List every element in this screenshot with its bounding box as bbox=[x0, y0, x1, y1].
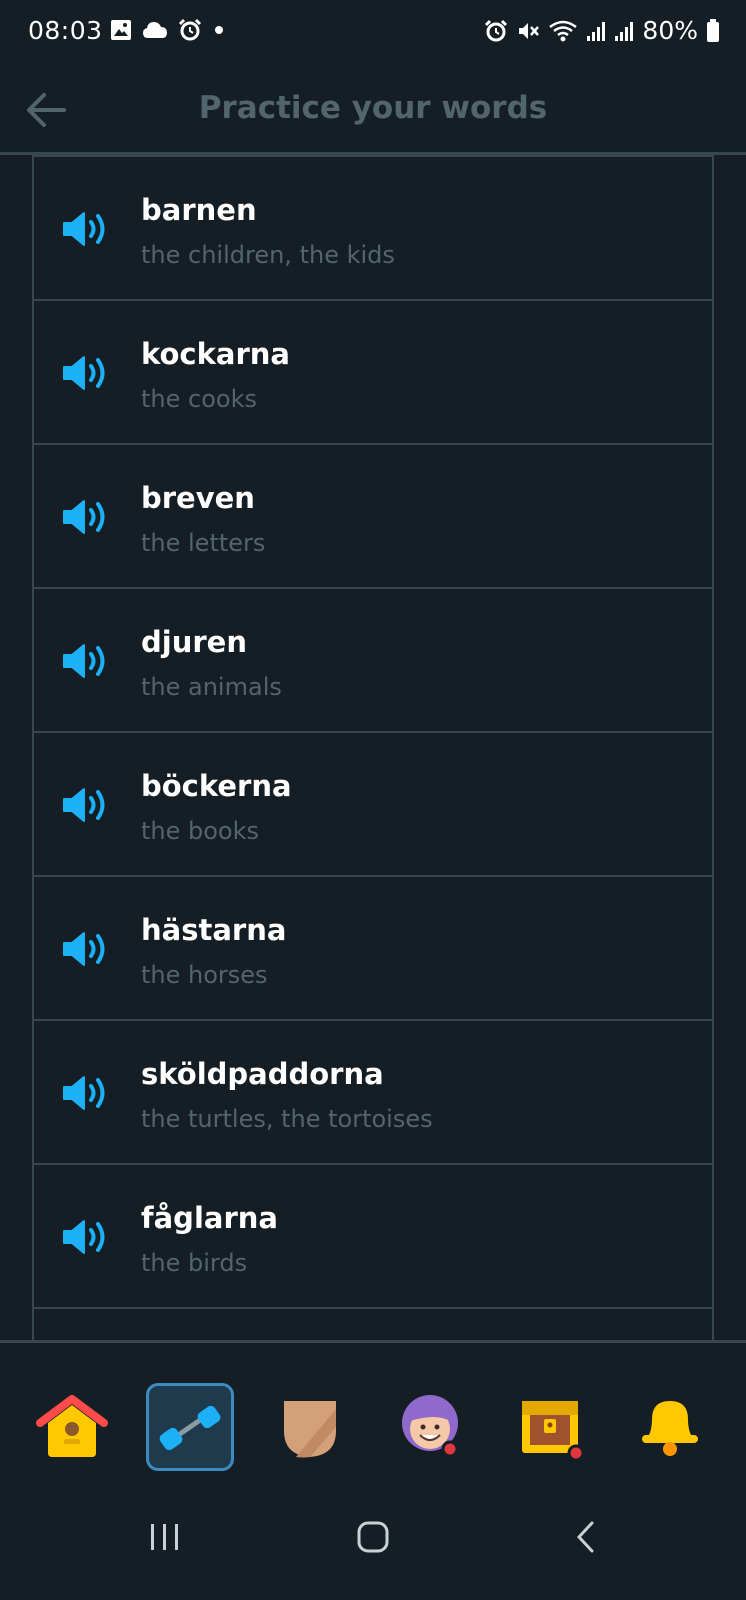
list-item[interactable]: barnen the children, the kids bbox=[32, 155, 714, 301]
tab-practice[interactable] bbox=[146, 1383, 234, 1471]
alarm-icon bbox=[485, 19, 508, 41]
tab-quests[interactable] bbox=[506, 1381, 594, 1469]
word-translation: the books bbox=[141, 817, 260, 845]
word-text: kockarna bbox=[141, 337, 290, 371]
word-translation: the birds bbox=[141, 1249, 248, 1277]
word-translation: the cooks bbox=[141, 385, 257, 413]
status-left-icons bbox=[110, 18, 226, 42]
speaker-icon[interactable] bbox=[62, 497, 110, 537]
speaker-icon[interactable] bbox=[62, 1073, 110, 1113]
back-nav-icon[interactable] bbox=[570, 1520, 604, 1554]
word-translation: the animals bbox=[141, 673, 282, 701]
list-item[interactable]: sköldpaddorna the turtles, the tortoises bbox=[32, 1021, 714, 1165]
list-item[interactable]: hästarna the horses bbox=[32, 877, 714, 1021]
gallery-icon bbox=[111, 20, 131, 40]
signal-icon bbox=[615, 21, 634, 41]
battery-icon bbox=[707, 18, 719, 42]
list-item[interactable]: böckerna the books bbox=[32, 733, 714, 877]
home-icon bbox=[36, 1395, 108, 1457]
list-item[interactable]: breven the letters bbox=[32, 445, 714, 589]
home-nav-icon[interactable] bbox=[356, 1520, 390, 1554]
speaker-icon[interactable] bbox=[62, 785, 110, 825]
profile-avatar-icon bbox=[402, 1395, 459, 1458]
treasure-chest-icon bbox=[522, 1401, 585, 1462]
battery-percent: 80% bbox=[642, 16, 698, 45]
signal-icon bbox=[587, 21, 606, 41]
system-nav-bar bbox=[0, 1490, 746, 1600]
word-translation: the letters bbox=[141, 529, 266, 557]
word-text: breven bbox=[141, 481, 255, 515]
status-bar: 08:03 80% bbox=[0, 0, 746, 68]
speaker-icon[interactable] bbox=[62, 353, 110, 393]
list-item[interactable]: kockarna the cooks bbox=[32, 301, 714, 445]
wifi-icon bbox=[549, 20, 578, 41]
list-item[interactable] bbox=[32, 1309, 714, 1340]
status-time: 08:03 bbox=[28, 16, 103, 45]
speaker-icon[interactable] bbox=[62, 641, 110, 681]
mute-icon bbox=[519, 22, 540, 39]
status-right-icons: 80% bbox=[484, 16, 720, 45]
list-item[interactable]: fåglarna the birds bbox=[32, 1165, 714, 1309]
word-text: sköldpaddorna bbox=[141, 1057, 384, 1091]
header: Practice your words bbox=[0, 68, 746, 155]
alarm-icon bbox=[178, 18, 202, 41]
word-list: barnen the children, the kids kockarna t… bbox=[32, 155, 714, 1340]
page-title: Practice your words bbox=[198, 90, 548, 126]
word-text: barnen bbox=[141, 193, 257, 227]
word-text: böckerna bbox=[141, 769, 292, 803]
speaker-icon[interactable] bbox=[62, 929, 110, 969]
bell-icon bbox=[642, 1401, 698, 1456]
list-item[interactable]: djuren the animals bbox=[32, 589, 714, 733]
word-translation: the children, the kids bbox=[141, 241, 395, 269]
league-shield-icon bbox=[284, 1401, 336, 1458]
speaker-icon[interactable] bbox=[62, 1217, 110, 1257]
tab-leagues[interactable] bbox=[266, 1381, 354, 1469]
recent-apps-icon[interactable] bbox=[148, 1520, 182, 1554]
speaker-icon[interactable] bbox=[62, 209, 110, 249]
tab-profile[interactable] bbox=[386, 1381, 474, 1469]
word-text: fåglarna bbox=[141, 1201, 278, 1235]
word-text: djuren bbox=[141, 625, 247, 659]
tab-notifications[interactable] bbox=[626, 1381, 714, 1469]
tab-home[interactable] bbox=[28, 1381, 116, 1469]
bottom-tab-bar bbox=[0, 1340, 746, 1471]
cloud-icon bbox=[143, 22, 167, 38]
word-translation: the turtles, the tortoises bbox=[141, 1105, 433, 1133]
dot-icon bbox=[215, 26, 223, 34]
practice-dumbbell-icon bbox=[159, 1405, 221, 1451]
word-text: hästarna bbox=[141, 913, 287, 947]
word-translation: the horses bbox=[141, 961, 268, 989]
